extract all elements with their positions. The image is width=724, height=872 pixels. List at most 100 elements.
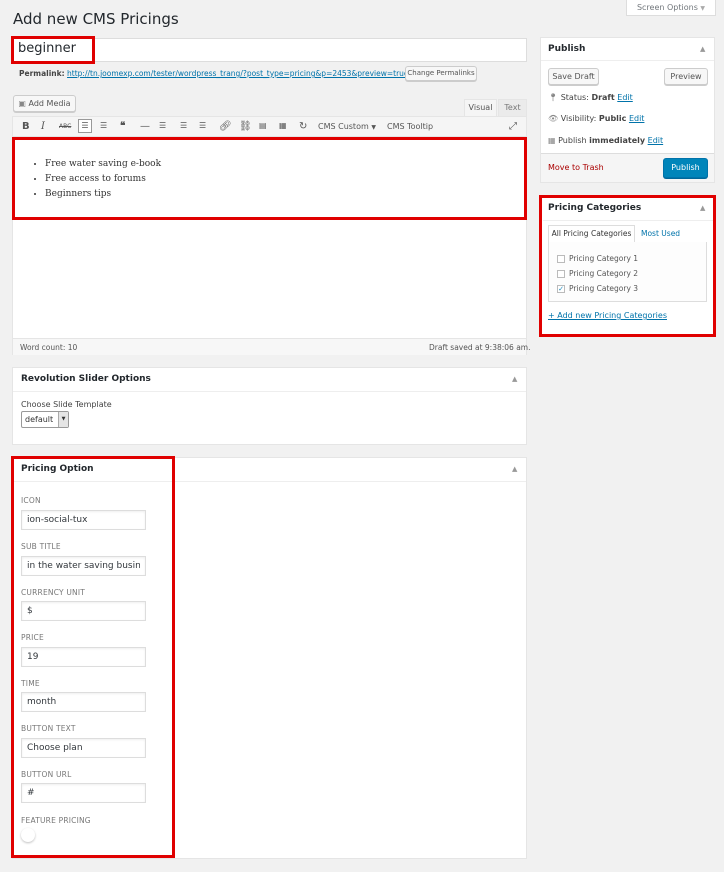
checked-checkbox-icon[interactable]: ✓ [557, 285, 565, 293]
icon-field[interactable] [21, 510, 146, 530]
pricing-option-title: Pricing Option [21, 464, 94, 474]
align-left-icon[interactable]: ☰ [159, 121, 166, 130]
blockquote-icon[interactable]: ❝ [120, 121, 125, 132]
screen-options-tab[interactable]: Screen Options ▼ [626, 0, 716, 16]
save-draft-button[interactable]: Save Draft [548, 68, 599, 85]
eye-icon: 👁︎ [548, 114, 559, 123]
publish-time-edit-link[interactable]: Edit [648, 136, 664, 145]
chevron-down-icon: ▼ [700, 5, 706, 12]
toolbar-toggle-icon[interactable]: ▦ [279, 121, 287, 130]
preview-button[interactable]: Preview [664, 68, 708, 85]
post-title-input[interactable]: beginner [18, 41, 76, 56]
visibility-label: Visibility: [560, 114, 597, 123]
tab-most-used[interactable]: Most Used [641, 229, 680, 238]
publish-button[interactable]: Publish [663, 158, 708, 178]
align-center-icon[interactable]: ☰ [180, 121, 187, 130]
visibility-row: 👁︎ Visibility: Public Edit [548, 114, 644, 123]
choose-template-label: Choose Slide Template [21, 400, 112, 409]
slide-template-select[interactable]: default ▼ [21, 411, 69, 428]
currency-unit-field[interactable] [21, 601, 146, 621]
media-icon: ▣ [18, 99, 26, 108]
fullscreen-icon[interactable]: ⤢ [509, 121, 517, 132]
link-icon[interactable]: 🔗︎ [219, 121, 232, 132]
align-right-icon[interactable]: ☰ [199, 121, 206, 130]
category-item-3[interactable]: ✓ Pricing Category 3 [557, 284, 638, 293]
word-count: Word count: 10 [20, 343, 78, 352]
bullet-list-icon[interactable]: ☰ [78, 119, 92, 133]
button-url-label: BUTTON URL [21, 770, 72, 779]
currency-unit-label: CURRENCY UNIT [21, 588, 86, 597]
list-item: Free water saving e-book [45, 157, 161, 172]
price-label: PRICE [21, 633, 44, 642]
read-more-icon[interactable]: ▤ [259, 121, 267, 130]
tab-visual[interactable]: Visual [464, 99, 497, 116]
checkbox-icon[interactable] [557, 255, 565, 263]
price-field[interactable] [21, 647, 146, 667]
page-title: Add new CMS Pricings [13, 10, 179, 28]
change-permalinks-button[interactable]: Change Permalinks [405, 66, 477, 81]
move-to-trash-link[interactable]: Move to Trash [548, 163, 604, 172]
visibility-value: Public [598, 114, 627, 123]
publish-time-value: immediately [589, 136, 646, 145]
feature-pricing-label: FEATURE PRICING [21, 816, 91, 825]
button-text-field[interactable] [21, 738, 146, 758]
publish-time-label: Publish [558, 136, 587, 145]
time-field[interactable] [21, 692, 146, 712]
status-label: Status: [560, 93, 589, 102]
add-media-button[interactable]: ▣ Add Media [13, 95, 76, 112]
collapse-icon[interactable]: ▲ [700, 204, 705, 212]
editor-content[interactable]: Free water saving e-book Free access to … [45, 157, 161, 202]
bold-icon[interactable]: B [22, 121, 30, 132]
screen-options-label: Screen Options [636, 3, 698, 12]
category-label: Pricing Category 3 [569, 284, 639, 293]
cms-custom-label: CMS Custom [318, 122, 369, 131]
status-row: 📍︎ Status: Draft Edit [548, 93, 633, 102]
button-url-field[interactable] [21, 783, 146, 803]
feature-pricing-toggle[interactable] [21, 828, 35, 842]
publish-time-row: ▦ Publish immediately Edit [548, 136, 663, 145]
horizontal-line-icon[interactable]: — [140, 121, 150, 132]
category-label: Pricing Category 1 [569, 254, 639, 263]
pricing-categories-title: Pricing Categories [548, 203, 642, 213]
list-item: Free access to forums [45, 172, 161, 187]
list-item: Beginners tips [45, 187, 161, 202]
numbered-list-icon[interactable]: ☰ [100, 121, 107, 130]
strikethrough-icon[interactable]: ABC [59, 123, 71, 130]
collapse-icon[interactable]: ▲ [700, 45, 705, 53]
checkbox-icon[interactable] [557, 270, 565, 278]
time-label: TIME [21, 679, 40, 688]
refresh-icon[interactable]: ↻ [299, 121, 307, 132]
categories-header-divider [543, 220, 713, 221]
category-label: Pricing Category 2 [569, 269, 639, 278]
cms-tooltip-button[interactable]: CMS Tooltip [387, 122, 433, 131]
category-item-1[interactable]: Pricing Category 1 [557, 254, 638, 263]
icon-label: ICON [21, 496, 41, 505]
select-arrow-icon: ▼ [58, 412, 68, 427]
italic-icon[interactable]: I [41, 121, 45, 132]
visibility-edit-link[interactable]: Edit [629, 114, 645, 123]
sub-title-label: SUB TITLE [21, 542, 61, 551]
dropdown-arrow-icon: ▼ [371, 124, 376, 131]
sub-title-field[interactable] [21, 556, 146, 576]
pin-icon: 📍︎ [548, 93, 559, 102]
tab-text[interactable]: Text [498, 99, 527, 116]
add-new-category-link[interactable]: + Add new Pricing Categories [548, 311, 667, 320]
slide-template-value: default [25, 415, 54, 424]
collapse-icon[interactable]: ▲ [512, 465, 517, 473]
status-value: Draft [591, 93, 615, 102]
add-media-label: Add Media [28, 99, 71, 108]
revolution-slider-title: Revolution Slider Options [21, 374, 151, 384]
publish-title: Publish [548, 44, 586, 54]
permalink-row: Permalink: http://tn.joomexp.com/tester/… [19, 69, 409, 78]
button-text-label: BUTTON TEXT [21, 724, 76, 733]
revolution-header-divider [13, 391, 526, 392]
category-item-2[interactable]: Pricing Category 2 [557, 269, 638, 278]
status-edit-link[interactable]: Edit [617, 93, 633, 102]
calendar-icon: ▦ [548, 136, 556, 145]
permalink-url[interactable]: http://tn.joomexp.com/tester/wordpress_t… [67, 69, 409, 78]
tab-all-pricing-categories[interactable]: All Pricing Categories [548, 225, 635, 243]
collapse-icon[interactable]: ▲ [512, 375, 517, 383]
cms-custom-dropdown[interactable]: CMS Custom ▼ [318, 122, 376, 131]
permalink-label: Permalink: [19, 69, 65, 78]
unlink-icon[interactable]: ⛓︎ [239, 121, 252, 132]
